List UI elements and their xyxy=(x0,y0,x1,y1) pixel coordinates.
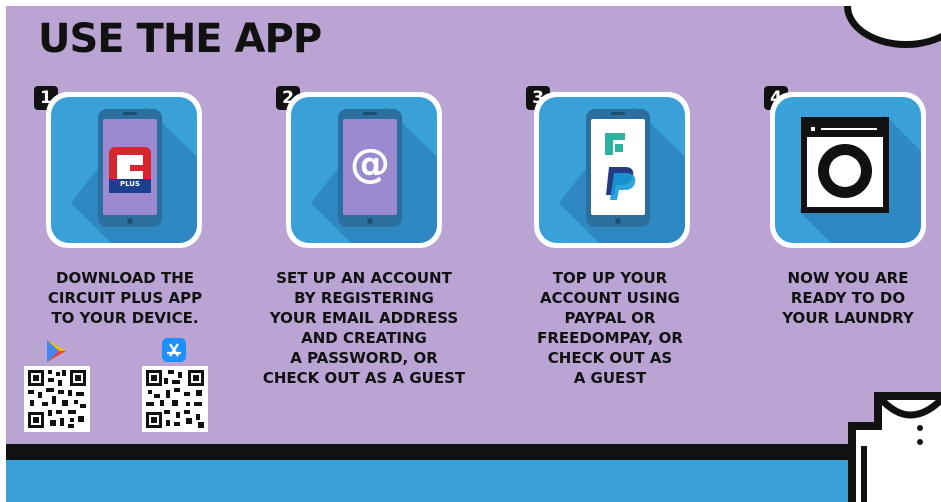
bottom-blue-band xyxy=(6,460,941,502)
circuit-plus-logo-icon: PLUS xyxy=(109,147,151,193)
step-4-text: NOW YOU ARE READY TO DO YOUR LAUNDRY xyxy=(782,269,914,327)
step-4-tile xyxy=(770,92,926,248)
washing-machine-icon xyxy=(799,115,921,243)
google-play-icon[interactable] xyxy=(44,338,70,364)
phone-icon xyxy=(559,107,685,243)
app-store-qr-code[interactable] xyxy=(142,366,208,432)
bottom-black-bar xyxy=(6,444,876,460)
shirt-icon xyxy=(848,392,941,502)
poster: USE THE APP 1 PLUS DOWNLOAD THE CIRCUIT … xyxy=(6,6,941,502)
step-3-text: TOP UP YOUR ACCOUNT USING PAYPAL OR FREE… xyxy=(537,269,683,387)
freedompay-logo-icon xyxy=(605,133,625,155)
at-sign-icon: @ xyxy=(350,141,390,187)
page-title: USE THE APP xyxy=(38,16,322,62)
step-1-text: DOWNLOAD THE CIRCUIT PLUS APP TO YOUR DE… xyxy=(47,269,203,327)
step-1-tile: PLUS xyxy=(46,92,202,248)
logo-plus-text: PLUS xyxy=(119,180,141,188)
app-store-icon[interactable] xyxy=(162,338,186,362)
step-2-text: SET UP AN ACCOUNT BY REGISTERING YOUR EM… xyxy=(262,269,466,387)
step-2-tile: @ xyxy=(286,92,442,248)
google-play-qr-code[interactable] xyxy=(24,366,90,432)
step-3-tile xyxy=(534,92,690,248)
decorative-circle xyxy=(844,6,941,48)
